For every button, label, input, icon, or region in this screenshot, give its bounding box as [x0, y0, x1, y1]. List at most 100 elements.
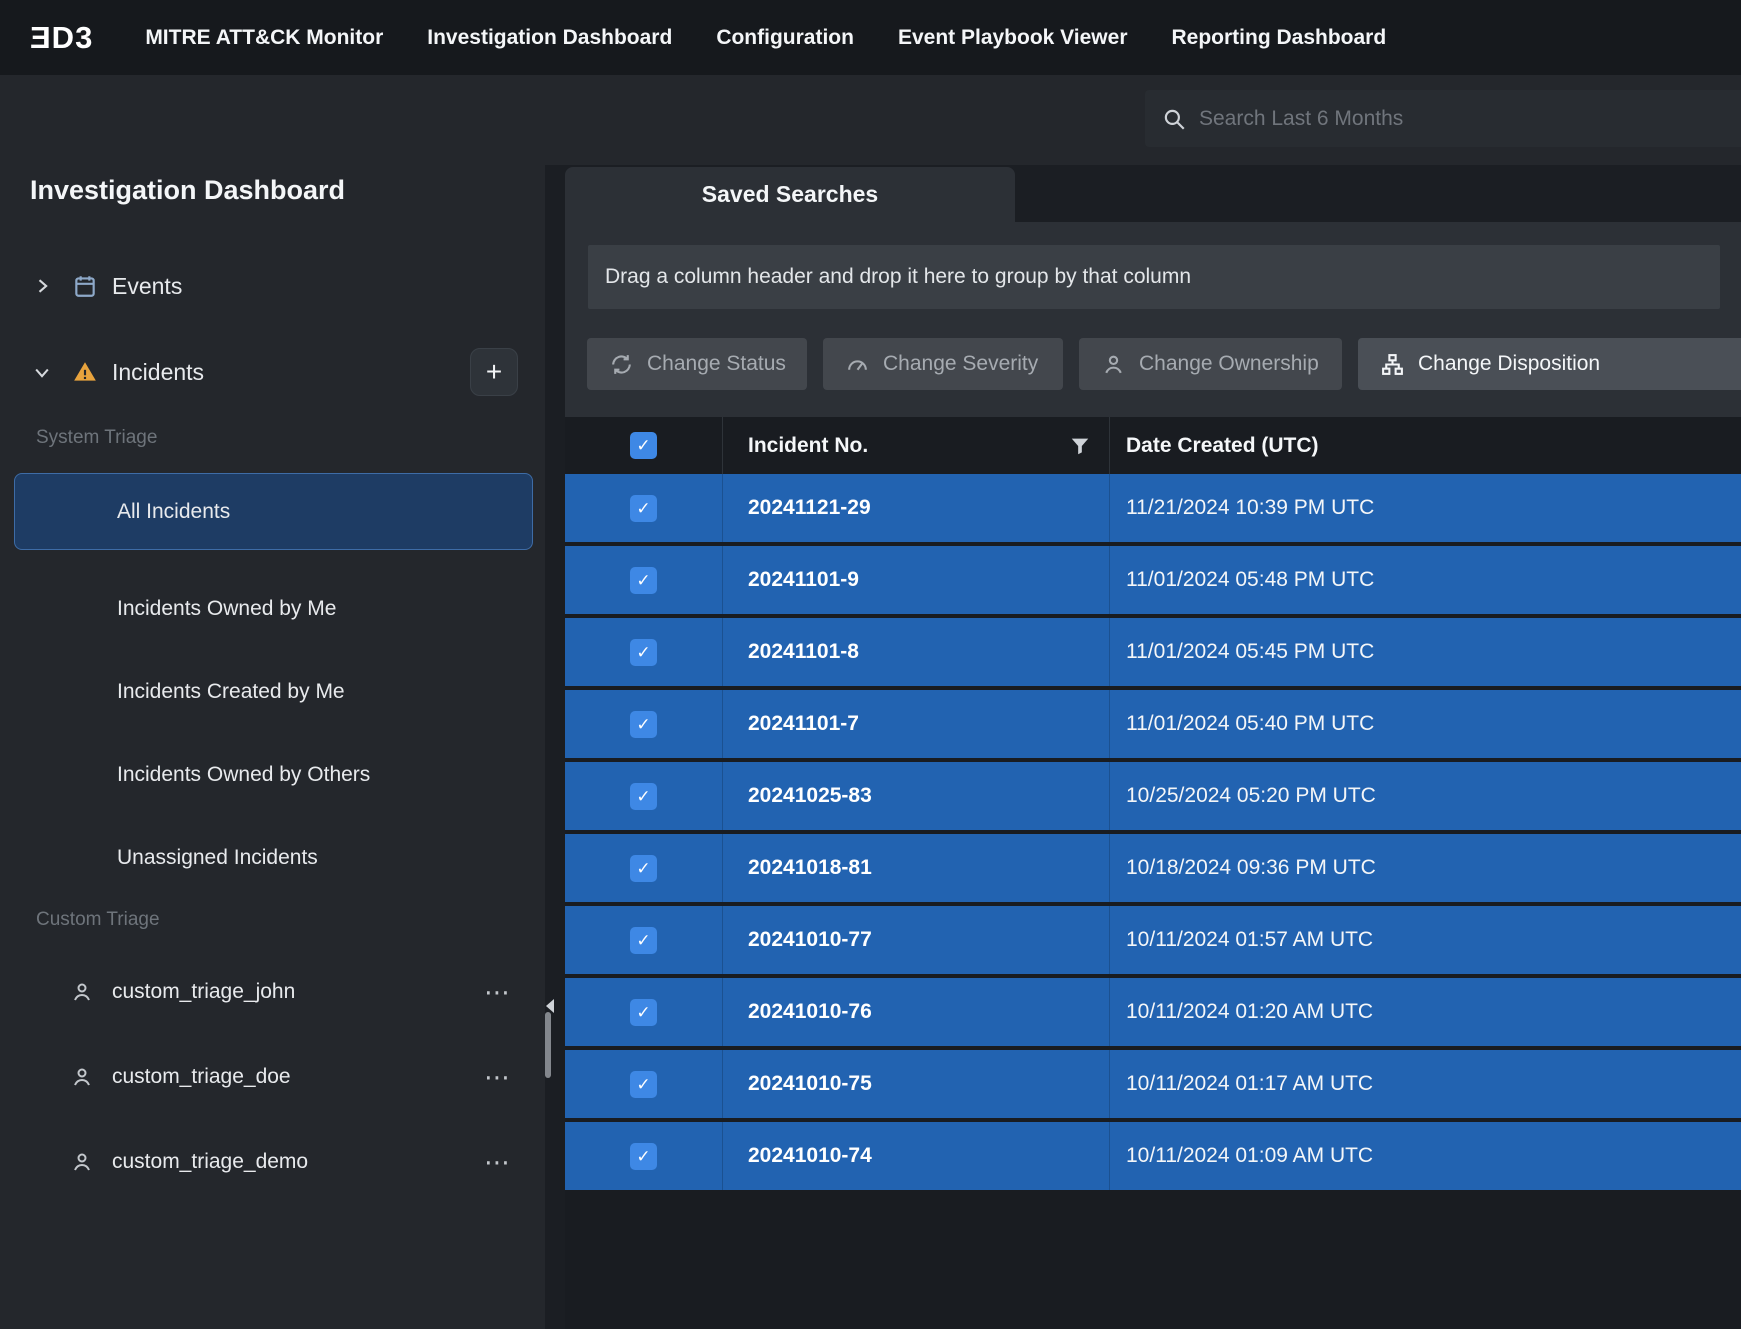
incident-row[interactable]: ✓ 20241010-77 10/11/2024 01:57 AM UTC: [565, 906, 1741, 974]
sidebar-scrollbar[interactable]: [545, 1012, 551, 1078]
page-title: Investigation Dashboard: [30, 175, 545, 206]
row-checkbox[interactable]: ✓: [630, 567, 657, 594]
incident-no: 20241010-76: [748, 1000, 872, 1024]
incident-no: 20241101-8: [748, 640, 859, 664]
row-checkbox[interactable]: ✓: [630, 927, 657, 954]
incident-row[interactable]: ✓ 20241025-83 10/25/2024 05:20 PM UTC: [565, 762, 1741, 830]
group-by-drop-zone[interactable]: Drag a column header and drop it here to…: [588, 245, 1720, 309]
incident-row[interactable]: ✓ 20241010-74 10/11/2024 01:09 AM UTC: [565, 1122, 1741, 1190]
add-incident-button[interactable]: +: [470, 348, 518, 396]
incident-row[interactable]: ✓ 20241121-29 11/21/2024 10:39 PM UTC: [565, 474, 1741, 542]
chevron-down-icon[interactable]: [30, 360, 54, 384]
tab-saved-searches[interactable]: Saved Searches: [565, 167, 1015, 222]
incident-no: 20241101-7: [748, 712, 859, 736]
incident-no-cell: 20241010-75: [723, 1050, 1110, 1118]
more-options-icon[interactable]: ⋯: [484, 1149, 512, 1175]
nav-configuration[interactable]: Configuration: [716, 26, 854, 50]
date-created-cell: 10/11/2024 01:20 AM UTC: [1110, 978, 1741, 1046]
sidebar-item-all-incidents[interactable]: All Incidents: [14, 473, 533, 550]
change-ownership-button[interactable]: Change Ownership: [1079, 338, 1342, 390]
more-options-icon[interactable]: ⋯: [484, 979, 512, 1005]
incident-row[interactable]: ✓ 20241010-76 10/11/2024 01:20 AM UTC: [565, 978, 1741, 1046]
nav-reporting-dashboard[interactable]: Reporting Dashboard: [1172, 26, 1387, 50]
change-status-button[interactable]: Change Status: [587, 338, 807, 390]
incident-row[interactable]: ✓ 20241101-8 11/01/2024 05:45 PM UTC: [565, 618, 1741, 686]
change-status-label: Change Status: [647, 352, 786, 376]
calendar-icon: [72, 273, 98, 299]
global-search[interactable]: [1145, 90, 1741, 147]
change-severity-icon: [845, 352, 870, 377]
more-options-icon[interactable]: ⋯: [484, 1064, 512, 1090]
row-checkbox[interactable]: ✓: [630, 1071, 657, 1098]
row-checkbox-cell: ✓: [565, 978, 723, 1046]
sidebar-item-custom-triage-john[interactable]: custom_triage_john ⋯: [70, 968, 512, 1016]
change-disposition-button[interactable]: Change Disposition: [1358, 338, 1741, 390]
column-header-date-created[interactable]: Date Created (UTC): [1110, 417, 1741, 474]
custom-triage-label: Custom Triage: [36, 909, 545, 931]
nav-items: MITRE ATT&CK Monitor Investigation Dashb…: [145, 26, 1386, 50]
date-created-cell: 11/21/2024 10:39 PM UTC: [1110, 474, 1741, 542]
chevron-right-icon[interactable]: [30, 274, 54, 298]
custom-triage-name: custom_triage_doe: [112, 1065, 291, 1089]
change-disposition-icon: [1380, 352, 1405, 377]
row-checkbox-cell: ✓: [565, 1122, 723, 1190]
row-checkbox-cell: ✓: [565, 546, 723, 614]
row-checkbox[interactable]: ✓: [630, 783, 657, 810]
change-ownership-label: Change Ownership: [1139, 352, 1319, 376]
date-created: 10/11/2024 01:09 AM UTC: [1126, 1144, 1373, 1168]
column-header-incident-no[interactable]: Incident No.: [723, 417, 1110, 474]
nav-mitre-attck-monitor[interactable]: MITRE ATT&CK Monitor: [145, 26, 383, 50]
select-all-checkbox[interactable]: ✓: [630, 432, 657, 459]
sidebar-item-incidents[interactable]: Incidents +: [30, 344, 518, 400]
person-icon: [70, 1150, 94, 1174]
sidebar-collapse-handle[interactable]: [546, 999, 554, 1013]
row-checkbox[interactable]: ✓: [630, 1143, 657, 1170]
sidebar-item-custom-triage-demo[interactable]: custom_triage_demo ⋯: [70, 1138, 512, 1186]
incident-row[interactable]: ✓ 20241101-9 11/01/2024 05:48 PM UTC: [565, 546, 1741, 614]
row-checkbox[interactable]: ✓: [630, 639, 657, 666]
incident-row[interactable]: ✓ 20241010-75 10/11/2024 01:17 AM UTC: [565, 1050, 1741, 1118]
incident-no: 20241025-83: [748, 784, 872, 808]
row-checkbox[interactable]: ✓: [630, 711, 657, 738]
date-created: 11/01/2024 05:40 PM UTC: [1126, 712, 1374, 736]
sidebar-item-incidents-owned-by-others[interactable]: Incidents Owned by Others: [0, 751, 545, 799]
date-created: 10/11/2024 01:57 AM UTC: [1126, 928, 1373, 952]
incident-no-header-label: Incident No.: [748, 434, 868, 458]
top-navbar: ƎD3 MITRE ATT&CK Monitor Investigation D…: [0, 0, 1741, 75]
nav-investigation-dashboard[interactable]: Investigation Dashboard: [427, 26, 672, 50]
incident-no-cell: 20241010-74: [723, 1122, 1110, 1190]
incident-no-cell: 20241101-7: [723, 690, 1110, 758]
row-checkbox[interactable]: ✓: [630, 495, 657, 522]
date-created-cell: 11/01/2024 05:48 PM UTC: [1110, 546, 1741, 614]
row-checkbox-cell: ✓: [565, 618, 723, 686]
search-input[interactable]: [1199, 107, 1735, 131]
search-icon: [1161, 106, 1187, 132]
row-checkbox-cell: ✓: [565, 474, 723, 542]
sidebar-item-incidents-owned-by-me[interactable]: Incidents Owned by Me: [0, 585, 545, 633]
sidebar-item-events[interactable]: Events: [30, 262, 545, 310]
incident-row[interactable]: ✓ 20241018-81 10/18/2024 09:36 PM UTC: [565, 834, 1741, 902]
row-checkbox[interactable]: ✓: [630, 855, 657, 882]
incident-row[interactable]: ✓ 20241101-7 11/01/2024 05:40 PM UTC: [565, 690, 1741, 758]
incidents-label: Incidents: [112, 359, 204, 386]
sidebar-item-unassigned-incidents[interactable]: Unassigned Incidents: [0, 834, 545, 882]
date-created-cell: 10/11/2024 01:09 AM UTC: [1110, 1122, 1741, 1190]
main-area: Saved Searches Drag a column header and …: [545, 165, 1741, 1329]
change-severity-label: Change Severity: [883, 352, 1038, 376]
nav-event-playbook-viewer[interactable]: Event Playbook Viewer: [898, 26, 1128, 50]
date-created-cell: 10/11/2024 01:57 AM UTC: [1110, 906, 1741, 974]
sidebar-item-custom-triage-doe[interactable]: custom_triage_doe ⋯: [70, 1053, 512, 1101]
sidebar-item-incidents-created-by-me[interactable]: Incidents Created by Me: [0, 668, 545, 716]
row-checkbox[interactable]: ✓: [630, 999, 657, 1026]
filter-icon[interactable]: [1069, 435, 1091, 457]
row-checkbox-cell: ✓: [565, 834, 723, 902]
incident-no-cell: 20241010-76: [723, 978, 1110, 1046]
change-severity-button[interactable]: Change Severity: [823, 338, 1063, 390]
d3-logo[interactable]: ƎD3: [30, 20, 93, 56]
incident-no: 20241010-74: [748, 1144, 872, 1168]
custom-triage-name: custom_triage_demo: [112, 1150, 308, 1174]
row-checkbox-cell: ✓: [565, 906, 723, 974]
incident-no: 20241010-75: [748, 1072, 872, 1096]
incident-no-cell: 20241101-8: [723, 618, 1110, 686]
events-label: Events: [112, 273, 182, 300]
